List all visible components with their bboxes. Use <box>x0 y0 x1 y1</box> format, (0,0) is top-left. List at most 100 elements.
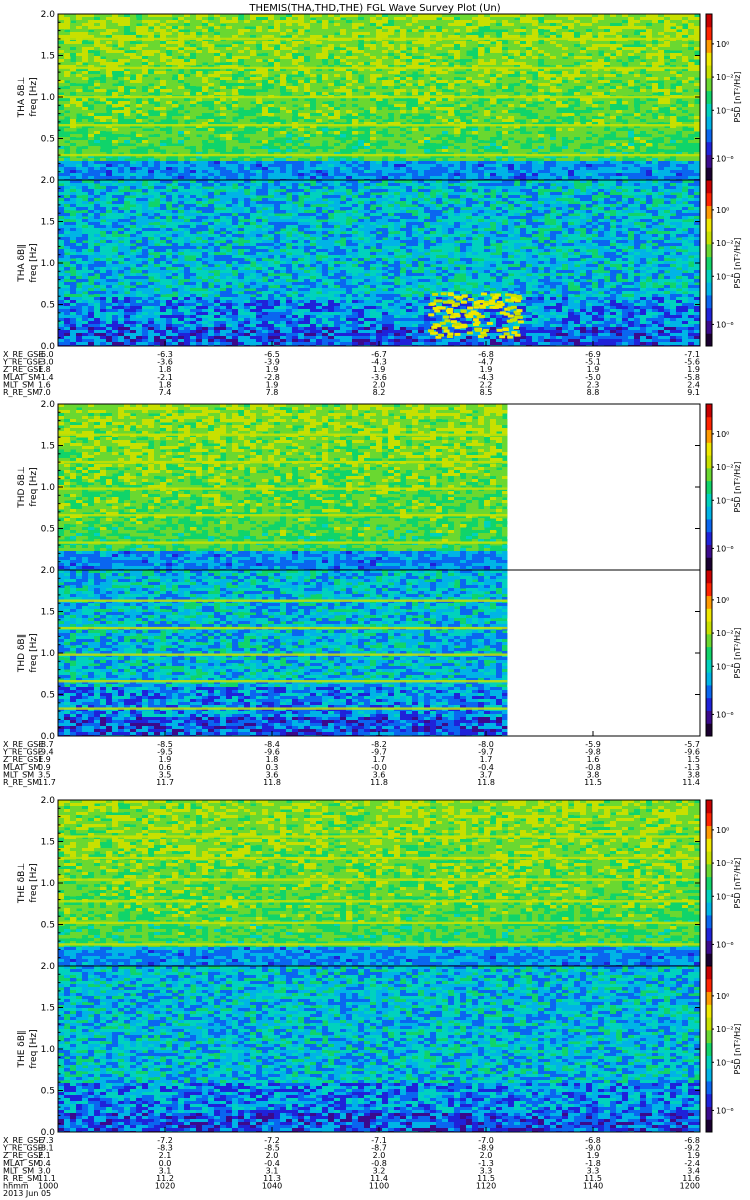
ephemeris-value: 11.4 <box>682 778 700 787</box>
colorbar-tick-label: 10⁻⁴ <box>716 892 734 901</box>
ephemeris-table: X_RE_GSEY_RE_GSEZ_RE_GSEMLAT_SMMLT_SMR_R… <box>2 740 700 787</box>
freq-tick-label: 1.5 <box>41 52 55 62</box>
colorbar-tick-label: 10⁻⁶ <box>716 1106 734 1115</box>
freq-tick-label: 0.5 <box>41 921 55 931</box>
freq-tick-label: 2.0 <box>41 10 56 20</box>
ephemeris-value: 11.8 <box>370 778 388 787</box>
time-tick-label: 1120 <box>476 1182 496 1191</box>
spectrogram-panel: 0.00.51.01.52.0THA δB∥ freq [Hz]10⁰10⁻²10… <box>17 176 742 352</box>
ephemeris-value: 8.5 <box>480 388 493 397</box>
freq-tick-label: 0.5 <box>41 691 55 701</box>
spectrogram-cells <box>58 14 700 180</box>
panel-yunit: freq [Hz] <box>29 243 39 282</box>
colorbar-tick-label: 10⁻⁴ <box>716 272 734 281</box>
probe-group-tha: 0.51.01.52.0THA δB⊥ freq [Hz]10⁰10⁻²10⁻⁴1… <box>2 10 742 397</box>
ephemeris-label: R_RE_SM <box>3 388 39 397</box>
time-tick-label: 1200 <box>680 1182 700 1191</box>
freq-tick-label: 0.5 <box>41 1087 55 1097</box>
colorbar: 10⁰ 10⁻² 10⁻⁴ 10⁻⁶ PSD [nT²/Hz] <box>705 13 742 181</box>
panel-ylabel: THD δB⊥ <box>17 466 27 509</box>
colorbar-label: PSD [nT²/Hz] <box>733 238 742 289</box>
colorbar-tick-label: 10⁻⁶ <box>716 154 734 163</box>
colorbar-tick-label: 10⁻² <box>716 1025 734 1034</box>
colorbar-tick-label: 10⁻² <box>716 73 734 82</box>
colorbar: 10⁰ 10⁻² 10⁻⁴ 10⁻⁶ PSD [nT²/Hz] <box>705 799 742 967</box>
ephemeris-value: 8.8 <box>587 388 600 397</box>
wave-survey-figure: THEMIS(THA,THD,THE) FGL Wave Survey Plot… <box>2 3 742 1198</box>
freq-tick-label: 1.0 <box>41 1045 56 1055</box>
probe-group-the: 0.5 1.0 1.5 2.0 THE δB⊥ freq [Hz] 10⁰ 10⁻² 10⁻⁴ 1… <box>2 796 742 1198</box>
colorbar-tick-label: 10⁻² <box>716 239 734 248</box>
date-label: 2013 Jun 05 <box>3 1189 51 1198</box>
ephemeris-label: R_RE_SM <box>3 778 39 787</box>
colorbar: 10⁰ 10⁻² 10⁻⁴ 10⁻⁶ PSD [nT²/Hz] <box>705 403 742 571</box>
panel-yunit: freq [Hz] <box>29 77 39 116</box>
freq-tick-label: 1.5 <box>41 218 55 228</box>
colorbar-tick-label: 10⁻² <box>716 463 734 472</box>
ephemeris-value: 7.0 <box>38 388 51 397</box>
spectrogram-cells <box>58 800 700 966</box>
colorbar-tick-label: 10⁰ <box>716 430 729 439</box>
colorbar-tick-label: 10⁻⁶ <box>716 710 734 719</box>
probe-group-thd: 0.51.01.52.0THD δB⊥ freq [Hz]10⁰10⁻²10⁻⁴1… <box>2 400 742 787</box>
spectrogram-cells <box>58 966 700 1132</box>
spectrogram-cells <box>58 404 508 570</box>
panel-yunit: freq [Hz] <box>29 633 39 672</box>
freq-tick-label: 2.0 <box>41 400 56 410</box>
freq-tick-label: 1.5 <box>41 1004 55 1014</box>
ephemeris-value: 9.1 <box>687 388 700 397</box>
freq-tick-label: 1.0 <box>41 93 56 103</box>
colorbar-tick-label: 10⁻⁴ <box>716 496 734 505</box>
panel-ylabel: THD δB∥ <box>17 634 27 673</box>
spectrogram-panel: 0.00.51.01.52.0THD δB∥ freq [Hz]10⁰10⁻²10… <box>17 566 742 742</box>
freq-tick-label: 1.5 <box>41 838 55 848</box>
colorbar-tick-label: 10⁰ <box>716 596 729 605</box>
colorbar-tick-label: 10⁻⁴ <box>716 1058 734 1067</box>
ephemeris-value: 11.7 <box>38 778 56 787</box>
colorbar-label: PSD [nT²/Hz] <box>733 72 742 123</box>
time-tick-label: 1040 <box>262 1182 282 1191</box>
ephemeris-value: 7.4 <box>159 388 172 397</box>
freq-tick-label: 1.5 <box>41 608 55 618</box>
panel-ylabel: THA δB⊥ <box>17 76 27 118</box>
colorbar-label: PSD [nT²/Hz] <box>733 1024 742 1075</box>
colorbar-label: PSD [nT²/Hz] <box>733 462 742 513</box>
freq-tick-label: 2.0 <box>41 566 56 576</box>
panel-ylabel: THE δB⊥ <box>17 863 27 904</box>
ephemeris-value: 8.2 <box>373 388 386 397</box>
spectrogram-panel: 0.51.01.52.0THD δB⊥ freq [Hz]10⁰10⁻²10⁻⁴1… <box>17 400 742 571</box>
freq-tick-label: 0.5 <box>41 301 55 311</box>
ephemeris-value: 11.8 <box>263 778 281 787</box>
colorbar-label: PSD [nT²/Hz] <box>733 628 742 679</box>
ephemeris-value: 11.5 <box>584 778 602 787</box>
ephemeris-value: 11.7 <box>156 778 174 787</box>
time-tick-label: 1100 <box>369 1182 389 1191</box>
colorbar-tick-label: 10⁰ <box>716 992 729 1001</box>
colorbar-tick-label: 10⁻² <box>716 629 734 638</box>
ephemeris-value: 11.8 <box>477 778 495 787</box>
colorbar: 10⁰ 10⁻² 10⁻⁴ 10⁻⁶ PSD [nT²/Hz] <box>705 569 742 737</box>
panels-root: 0.51.01.52.0THA δB⊥ freq [Hz]10⁰10⁻²10⁻⁴1… <box>2 10 742 1198</box>
time-tick-label: 1140 <box>583 1182 603 1191</box>
panel-yunit: freq [Hz] <box>29 863 39 902</box>
panel-yunit: freq [Hz] <box>29 467 39 506</box>
freq-tick-label: 0.5 <box>41 525 55 535</box>
colorbar-tick-label: 10⁻⁴ <box>716 662 734 671</box>
panel-ylabel: THE δB∥ <box>17 1031 27 1069</box>
freq-tick-label: 1.5 <box>41 442 55 452</box>
freq-tick-label: 1.0 <box>41 879 56 889</box>
colorbar-tick-label: 10⁰ <box>716 40 729 49</box>
freq-tick-label: 1.0 <box>41 259 56 269</box>
colorbar-label: PSD [nT²/Hz] <box>733 858 742 909</box>
spectrogram-panel: 0.51.01.52.0THE δB⊥ freq [Hz]10⁰10⁻²10⁻⁴1… <box>17 796 742 967</box>
freq-tick-label: 2.0 <box>41 796 56 806</box>
colorbar: 10⁰ 10⁻² 10⁻⁴ 10⁻⁶ PSD [nT²/Hz] <box>705 179 742 347</box>
freq-tick-label: 1.0 <box>41 649 56 659</box>
spectrogram-cells <box>58 180 700 346</box>
freq-tick-label: 2.0 <box>41 962 56 972</box>
colorbar-tick-label: 10⁻⁶ <box>716 320 734 329</box>
spectrogram-cells <box>58 570 508 736</box>
freq-tick-label: 1.0 <box>41 483 56 493</box>
colorbar-tick-label: 10⁻⁶ <box>716 940 734 949</box>
panel-ylabel: THA δB∥ <box>17 244 27 282</box>
